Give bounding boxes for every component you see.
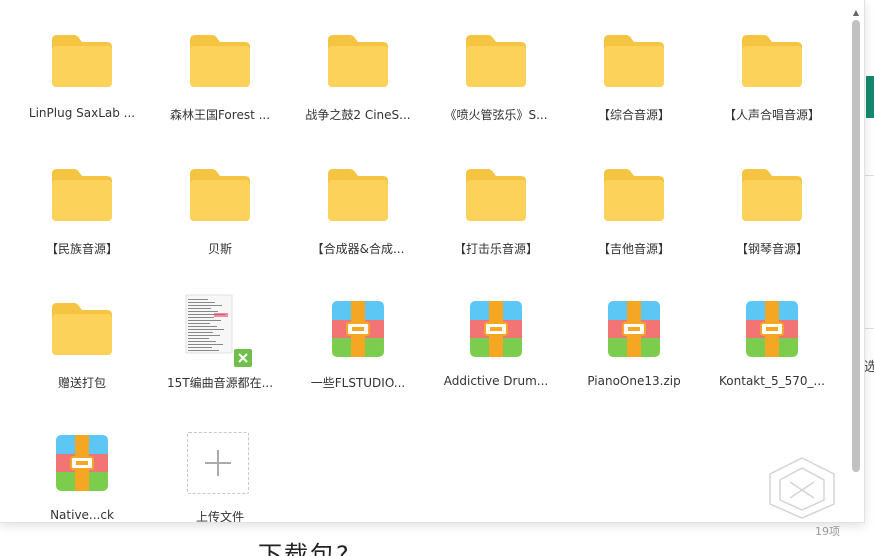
file-name-label: 【合成器&合成...: [311, 242, 405, 256]
file-name-label: 战争之鼓2 CineS...: [305, 108, 411, 122]
plus-icon: [187, 432, 249, 494]
folder-icon: [52, 165, 112, 225]
background-side-text: 选: [864, 360, 874, 375]
file-name-label: 森林王国Forest ...: [169, 108, 271, 122]
folder-icon: [742, 31, 802, 91]
folder-item[interactable]: 【民族音源】: [13, 158, 151, 278]
folder-icon: [190, 31, 250, 91]
file-browser-panel: LinPlug SaxLab ... 森林王国Forest ... 战争之鼓2 …: [0, 0, 865, 523]
file-name-label: 【综合音源】: [597, 108, 670, 122]
folder-icon: [52, 299, 112, 359]
file-name-label: LinPlug SaxLab ...: [28, 106, 136, 120]
folder-item[interactable]: 森林王国Forest ...: [151, 24, 289, 144]
zip-archive-icon: [604, 299, 664, 359]
zip-archive-icon: [328, 299, 388, 359]
folder-item[interactable]: 【合成器&合成...: [289, 158, 427, 278]
spreadsheet-file-icon: [185, 294, 252, 367]
folder-item[interactable]: 【人声合唱音源】: [703, 24, 841, 144]
file-item[interactable]: Addictive Drum...: [427, 292, 565, 412]
folder-item[interactable]: 【吉他音源】: [565, 158, 703, 278]
folder-icon: [190, 165, 250, 225]
file-item[interactable]: Native...ck: [13, 426, 151, 522]
zip-archive-icon: [52, 433, 112, 493]
scrollbar-thumb[interactable]: [852, 20, 860, 472]
background-accent-bar: [866, 76, 874, 118]
file-name-label: 【打击乐音源】: [453, 242, 538, 256]
folder-icon: [52, 31, 112, 91]
background-divider: [864, 175, 874, 176]
folder-item[interactable]: 【综合音源】: [565, 24, 703, 144]
zip-archive-icon: [466, 299, 526, 359]
file-name-label: Native...ck: [50, 508, 114, 522]
file-name-label: 一些FLSTUDIO...: [310, 376, 406, 390]
file-name-label: 赠送打包: [57, 376, 106, 390]
file-name-label: 【民族音源】: [45, 242, 118, 256]
zip-archive-icon: [742, 299, 802, 359]
folder-item[interactable]: 【钢琴音源】: [703, 158, 841, 278]
background-bottom-text: 下载包?: [258, 541, 351, 556]
file-name-label: Kontakt_5_570_...: [719, 374, 825, 388]
item-count: 19项: [815, 525, 840, 538]
file-item[interactable]: PianoOne13.zip: [565, 292, 703, 412]
folder-icon: [742, 165, 802, 225]
folder-item[interactable]: 《喷火管弦乐》S...: [427, 24, 565, 144]
file-name-label: PianoOne13.zip: [587, 374, 681, 388]
file-item[interactable]: 一些FLSTUDIO...: [289, 292, 427, 412]
upload-file-button[interactable]: 上传文件: [151, 426, 289, 523]
file-name-label: 15T编曲音源都在...: [166, 376, 274, 390]
watermark-logo: [769, 457, 835, 519]
folder-icon: [466, 165, 526, 225]
folder-item[interactable]: LinPlug SaxLab ...: [13, 24, 151, 144]
folder-item[interactable]: 【打击乐音源】: [427, 158, 565, 278]
file-name-label: 【吉他音源】: [597, 242, 670, 256]
file-name-label: 【钢琴音源】: [735, 242, 808, 256]
folder-icon: [604, 165, 664, 225]
upload-label: 上传文件: [195, 510, 244, 523]
folder-icon: [328, 165, 388, 225]
scroll-up-arrow-icon[interactable]: ▲: [850, 8, 862, 18]
folder-icon: [466, 31, 526, 91]
folder-item[interactable]: 赠送打包: [13, 292, 151, 412]
folder-icon: [328, 31, 388, 91]
file-name-label: 【人声合唱音源】: [723, 108, 820, 122]
background-divider: [864, 328, 874, 329]
folder-item[interactable]: 战争之鼓2 CineS...: [289, 24, 427, 144]
file-item[interactable]: Kontakt_5_570_...: [703, 292, 841, 412]
file-name-label: 贝斯: [207, 242, 232, 256]
file-item[interactable]: 15T编曲音源都在...: [151, 292, 289, 412]
file-name-label: Addictive Drum...: [443, 374, 549, 388]
folder-icon: [604, 31, 664, 91]
file-name-label: 《喷火管弦乐》S...: [444, 108, 548, 122]
folder-item[interactable]: 贝斯: [151, 158, 289, 278]
